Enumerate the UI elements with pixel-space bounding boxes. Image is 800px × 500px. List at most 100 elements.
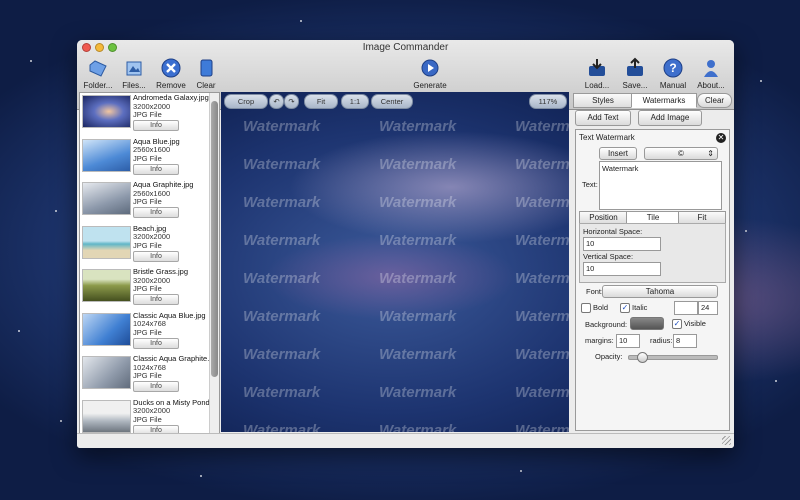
watermark-text: Watermark (243, 422, 321, 432)
background-color-well[interactable] (630, 317, 664, 330)
watermark-text: Watermark (379, 308, 457, 325)
horizontal-space-input[interactable]: 10 (583, 237, 661, 251)
tab-styles[interactable]: Styles (573, 93, 633, 108)
info-button[interactable]: Info (133, 120, 179, 131)
insert-button[interactable]: Insert (599, 147, 637, 160)
list-item[interactable]: Classic Aqua Graphite. 1024x768 JPG File… (80, 354, 219, 398)
margins-input[interactable]: 10 (616, 334, 640, 348)
opacity-slider[interactable] (628, 352, 718, 363)
preview-canvas[interactable]: Watermark Watermark Watermark Watermark Wate… (221, 92, 569, 432)
list-item[interactable]: Aqua Blue.jpg 2560x1600 JPG File Info (80, 137, 219, 181)
save-button[interactable]: Save... (615, 57, 655, 90)
list-item[interactable]: Classic Aqua Blue.jpg 1024x768 JPG File … (80, 311, 219, 355)
list-item[interactable]: Bristle Grass.jpg 3200x2000 JPG File Inf… (80, 267, 219, 311)
info-button[interactable]: Info (133, 250, 179, 262)
clear-label: Clear (196, 81, 216, 90)
italic-label: Italic (632, 303, 648, 312)
info-button[interactable]: Info (133, 337, 179, 349)
vertical-space-label: Vertical Space: (583, 252, 634, 261)
crop-button[interactable]: Crop (224, 94, 268, 109)
info-button[interactable]: Info (133, 163, 179, 175)
watermark-text: Watermark (243, 194, 321, 211)
file-type: JPG File (133, 197, 162, 206)
list-item[interactable]: Ducks on a Misty Pond 3200x2000 JPG File… (80, 398, 219, 433)
thumbnail (82, 182, 131, 215)
rotate-right-button[interactable]: ↷ (284, 94, 299, 109)
italic-checkbox[interactable]: ✓ (620, 303, 630, 313)
resize-grip-icon[interactable] (722, 436, 731, 445)
add-text-button[interactable]: Add Text (575, 110, 631, 126)
watermark-text-area[interactable]: Watermark (599, 161, 722, 210)
file-list: Andromeda Galaxy.jpg 3200x2000 JPG File … (79, 92, 220, 434)
list-item[interactable]: Beach.jpg 3200x2000 JPG File Info (80, 224, 219, 268)
generate-button[interactable]: Generate (410, 57, 450, 90)
horizontal-space-label: Horizontal Space: (583, 227, 643, 236)
files-button[interactable]: Files... (114, 57, 154, 90)
font-button[interactable]: Tahoma (602, 285, 718, 298)
close-icon[interactable]: ✕ (716, 133, 726, 143)
center-button[interactable]: Center (371, 94, 413, 109)
info-button[interactable]: Info (133, 381, 179, 392)
zoom-level: 117% (529, 94, 567, 109)
chevron-updown-icon: ⇕ (707, 149, 714, 158)
file-list-scrollbar[interactable] (209, 93, 219, 433)
font-size-input[interactable]: 24 (698, 301, 718, 315)
radius-input[interactable]: 8 (673, 334, 697, 348)
watermark-title: Text Watermark (579, 133, 635, 142)
bold-checkbox[interactable] (581, 303, 591, 313)
manual-button[interactable]: ? Manual (653, 57, 693, 90)
files-label: Files... (122, 81, 146, 90)
watermark-text: Watermark (379, 156, 457, 173)
folder-button[interactable]: Folder... (78, 57, 118, 90)
watermark-text: Watermark (243, 156, 321, 173)
file-type: JPG File (133, 414, 162, 424)
file-type: JPG File (133, 327, 162, 337)
folder-label: Folder... (83, 81, 113, 90)
clear-watermarks-button[interactable]: Clear (697, 93, 732, 108)
about-label: About... (697, 81, 725, 90)
remove-button[interactable]: Remove (151, 57, 191, 90)
margins-label: margins: (585, 336, 614, 345)
settings-panel: Styles Watermarks Clear Add Text Add Ima… (571, 92, 732, 432)
play-icon (421, 59, 439, 77)
watermark-text: Watermark (243, 308, 321, 325)
fit-button[interactable]: Fit (304, 94, 338, 109)
tab-watermarks[interactable]: Watermarks (631, 93, 697, 108)
watermark-text: Watermark (243, 118, 321, 135)
clear-button[interactable]: Clear (186, 57, 226, 90)
thumbnail (82, 95, 131, 128)
star (200, 475, 202, 477)
opacity-slider-knob[interactable] (636, 352, 648, 363)
bold-label: Bold (593, 303, 609, 312)
watermark-text: Watermark (379, 422, 457, 432)
user-icon (704, 60, 718, 77)
vertical-space-input[interactable]: 10 (583, 262, 661, 276)
font-label: Font: (586, 287, 604, 296)
svg-text:?: ? (669, 61, 676, 75)
generate-label: Generate (413, 81, 447, 90)
watermark-text: Watermark (515, 194, 569, 211)
watermark-text: Watermark (515, 346, 569, 363)
visible-label: Visible (684, 319, 706, 328)
info-button[interactable]: Info (133, 294, 179, 305)
add-image-button[interactable]: Add Image (638, 110, 702, 126)
thumbnail (82, 269, 131, 302)
watermark-text: Watermark (379, 194, 457, 211)
watermark-text: Watermark (243, 232, 321, 249)
watermark-text: Watermark (379, 118, 457, 135)
rotate-left-button[interactable]: ↶ (269, 94, 284, 109)
load-button[interactable]: Load... (577, 57, 617, 90)
about-button[interactable]: About... (691, 57, 731, 90)
list-item[interactable]: Aqua Graphite.jpg 2560x1600 JPG File Inf… (80, 180, 219, 224)
actual-size-button[interactable]: 1:1 (341, 94, 369, 109)
scrollbar-thumb[interactable] (211, 101, 218, 377)
load-icon (589, 59, 605, 76)
watermark-text: Watermark (515, 232, 569, 249)
symbol-select[interactable]: © ⇕ (644, 147, 718, 160)
info-button[interactable]: Info (133, 207, 179, 218)
visible-checkbox[interactable]: ✓ (672, 319, 682, 329)
watermark-text: Watermark (379, 270, 457, 287)
font-color-well[interactable] (674, 301, 698, 315)
list-item[interactable]: Andromeda Galaxy.jpg 3200x2000 JPG File … (80, 93, 219, 137)
opacity-label: Opacity: (595, 352, 623, 361)
